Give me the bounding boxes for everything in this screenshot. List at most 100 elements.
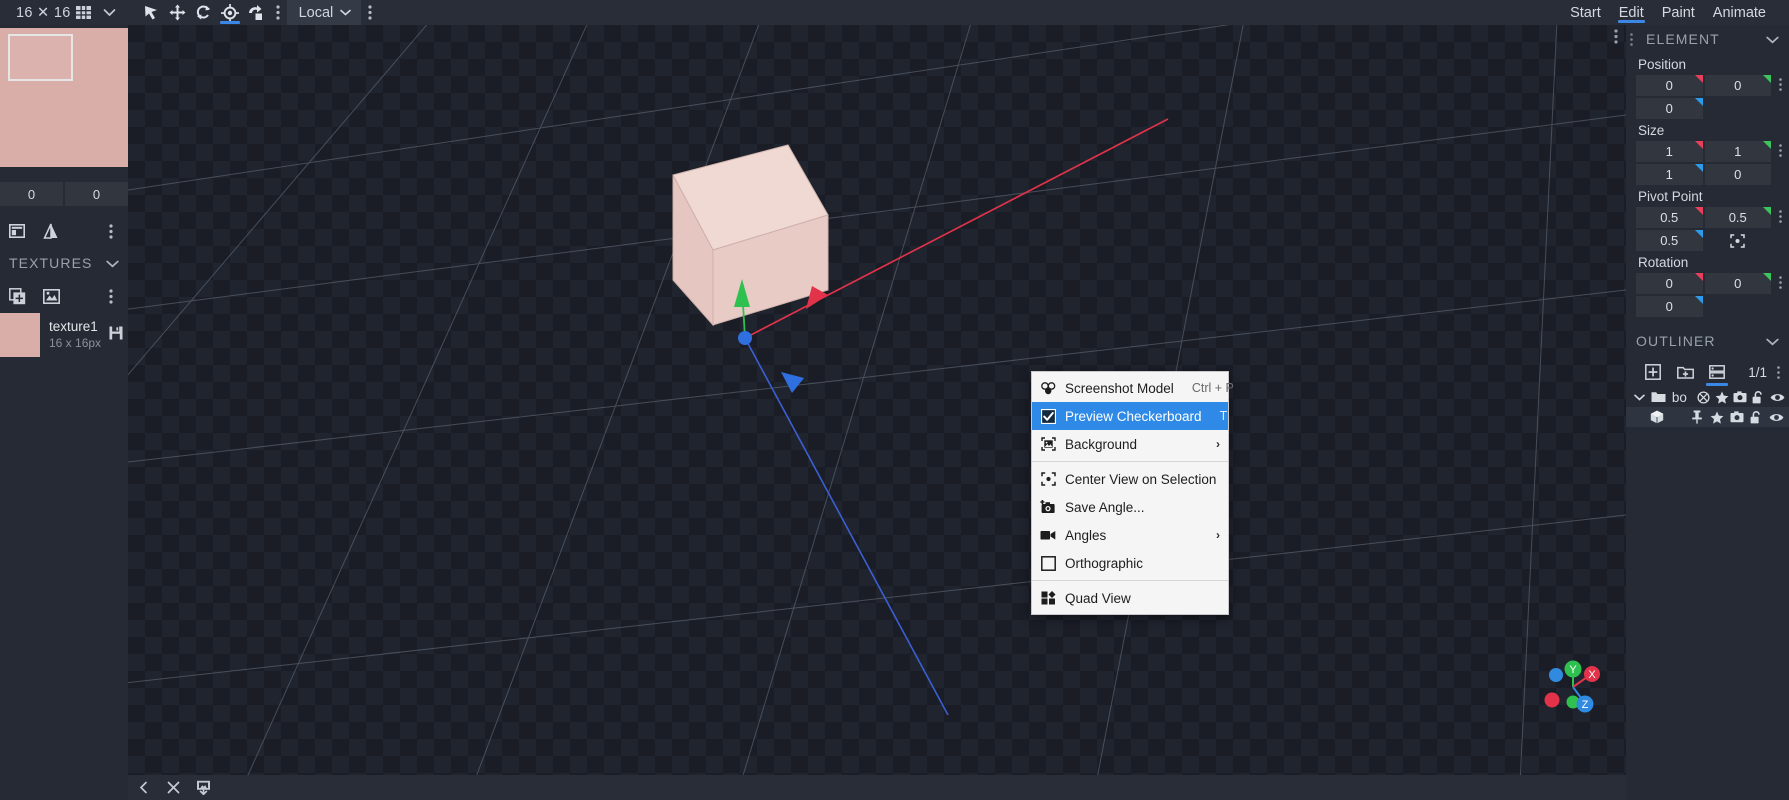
selection-rectangle[interactable] (8, 34, 73, 81)
size-z-field[interactable]: 1 (1636, 164, 1703, 185)
outliner-row-cube[interactable] (1626, 407, 1789, 427)
position-y-field[interactable]: 0 (1704, 75, 1771, 96)
mirror-triangle-icon[interactable] (34, 223, 68, 239)
textures-header-label: TEXTURES (9, 255, 93, 271)
move-tool-icon[interactable] (165, 0, 191, 25)
menu-item-background[interactable]: Background › (1032, 430, 1228, 458)
space-kebab-icon[interactable] (361, 5, 379, 20)
menu-item-preview-checkerboard[interactable]: Preview Checkerboard T (1032, 402, 1228, 430)
rotate-tool-icon[interactable] (191, 0, 217, 25)
camera-icon[interactable] (1733, 391, 1748, 403)
menu-item-animate[interactable]: Animate (1704, 0, 1775, 25)
space-mode-dropdown[interactable]: Local (286, 0, 362, 25)
position-kebab-icon[interactable] (1771, 75, 1789, 91)
coordinate-row: 0 0 (0, 182, 128, 206)
pivot-kebab-icon[interactable] (1771, 207, 1789, 223)
position-label: Position (1638, 57, 1687, 72)
layout-panel-icon[interactable] (0, 224, 34, 238)
import-image-icon[interactable] (34, 288, 68, 304)
position-x-field[interactable]: 0 (1636, 75, 1703, 96)
pivot-y-field[interactable]: 0.5 (1704, 207, 1771, 228)
menu-item-quad-view[interactable]: Quad View (1032, 584, 1228, 612)
add-texture-icon[interactable] (0, 287, 34, 305)
menu-item-edit[interactable]: Edit (1610, 0, 1653, 25)
camera-icon[interactable] (1728, 411, 1745, 423)
export-image-icon[interactable] (188, 780, 218, 795)
menu-shortcut: Ctrl + P (1191, 381, 1234, 395)
pivot-x-field[interactable]: 0.5 (1636, 207, 1703, 228)
size-z-value: 1 (1665, 167, 1673, 182)
size-w-value: 0 (1734, 167, 1742, 182)
grid-icon[interactable] (71, 0, 97, 25)
add-folder-icon[interactable] (1670, 360, 1700, 384)
chevron-down-icon[interactable] (97, 0, 123, 25)
menu-label: Orthographic (1065, 555, 1144, 571)
chevron-down-icon[interactable] (1766, 333, 1779, 349)
outliner-row-folder[interactable]: bo (1626, 387, 1789, 407)
element-section-header[interactable]: ELEMENT (1636, 25, 1789, 53)
chevron-down-icon[interactable] (1766, 31, 1779, 47)
size-w-field[interactable]: 0 (1704, 164, 1771, 185)
textures-kebab-icon[interactable] (94, 288, 128, 304)
toolbar-kebab-icon[interactable] (269, 5, 287, 20)
size-kebab-icon[interactable] (1771, 141, 1789, 157)
viewport-context-menu[interactable]: Screenshot Model Ctrl + P Preview Checke… (1031, 371, 1234, 615)
menu-item-orthographic[interactable]: Orthographic (1032, 549, 1228, 577)
axis-orientation-gizmo[interactable]: Y X Z (1542, 656, 1604, 723)
eye-icon[interactable] (1770, 392, 1785, 403)
prev-arrow-icon[interactable] (128, 781, 158, 794)
add-element-icon[interactable] (1638, 360, 1668, 384)
outliner-count: 1/1 (1748, 364, 1767, 380)
texture-preview[interactable] (0, 28, 128, 167)
axis-x-marker (1694, 141, 1703, 149)
chevron-down-icon[interactable] (106, 255, 119, 271)
size-x-field[interactable]: 1 (1636, 141, 1703, 162)
checkbox-checked-icon[interactable] (1039, 408, 1057, 424)
right-panel-drag-kebab-icon[interactable] (1626, 32, 1636, 46)
outliner-kebab-icon[interactable] (1771, 365, 1785, 379)
menu-item-save-angle[interactable]: Save Angle... (1032, 493, 1228, 521)
pin-icon[interactable] (1688, 410, 1705, 424)
rotation-kebab-icon[interactable] (1771, 273, 1789, 289)
cube-model[interactable] (128, 25, 1626, 775)
menu-item-screenshot-model[interactable]: Screenshot Model Ctrl + P (1032, 374, 1234, 402)
coord-x-field[interactable]: 0 (0, 182, 63, 206)
outliner-section-header[interactable]: OUTLINER (1626, 327, 1789, 355)
menu-item-angles[interactable]: Angles › (1032, 521, 1228, 549)
pivot-z-field[interactable]: 0.5 (1636, 230, 1703, 251)
center-pivot-icon[interactable] (1705, 230, 1772, 251)
rotation-x-field[interactable]: 0 (1636, 273, 1703, 294)
position-z-field[interactable]: 0 (1636, 98, 1703, 119)
close-x-icon[interactable] (158, 781, 188, 794)
viewport-kebab-icon[interactable] (1614, 29, 1618, 49)
textures-section-header[interactable]: TEXTURES (0, 249, 128, 277)
texture-name: texture1 (49, 319, 98, 335)
menu-item-paint[interactable]: Paint (1653, 0, 1704, 25)
textures-toolbar (0, 280, 128, 312)
size-y-field[interactable]: 1 (1704, 141, 1771, 162)
star-icon[interactable] (1714, 391, 1729, 404)
unlock-icon[interactable] (1748, 410, 1765, 424)
rotation-z-field[interactable]: 0 (1636, 296, 1703, 317)
3d-viewport[interactable]: Y X Z Screenshot Model Ctrl + P Preview … (128, 25, 1626, 775)
unlock-icon[interactable] (1751, 390, 1766, 404)
coord-y-field[interactable]: 0 (65, 182, 128, 206)
menu-item-start[interactable]: Start (1561, 0, 1610, 25)
list-view-icon[interactable] (1702, 360, 1732, 386)
save-texture-icon[interactable] (109, 326, 128, 345)
texture-list-item[interactable]: texture1 16 x 16px (0, 313, 128, 357)
scale-tool-icon[interactable] (217, 0, 243, 25)
eye-icon[interactable] (1768, 412, 1785, 423)
checkbox-unchecked-icon[interactable] (1039, 555, 1057, 571)
rotation-y-field[interactable]: 0 (1704, 273, 1771, 294)
select-tool-icon[interactable] (139, 0, 165, 25)
menu-item-center-view-on-selection[interactable]: Center View on Selection (1032, 465, 1228, 493)
disabled-circle-icon[interactable] (1696, 390, 1711, 404)
rotation-fields: 0 0 0 (1626, 273, 1789, 317)
pivot-y-value: 0.5 (1728, 210, 1747, 225)
chevron-down-icon[interactable] (1632, 394, 1647, 401)
size-x-value: 1 (1665, 144, 1673, 159)
left-panel-kebab-icon[interactable] (94, 223, 128, 239)
mirror-tool-icon[interactable] (243, 0, 269, 25)
star-icon[interactable] (1708, 411, 1725, 424)
